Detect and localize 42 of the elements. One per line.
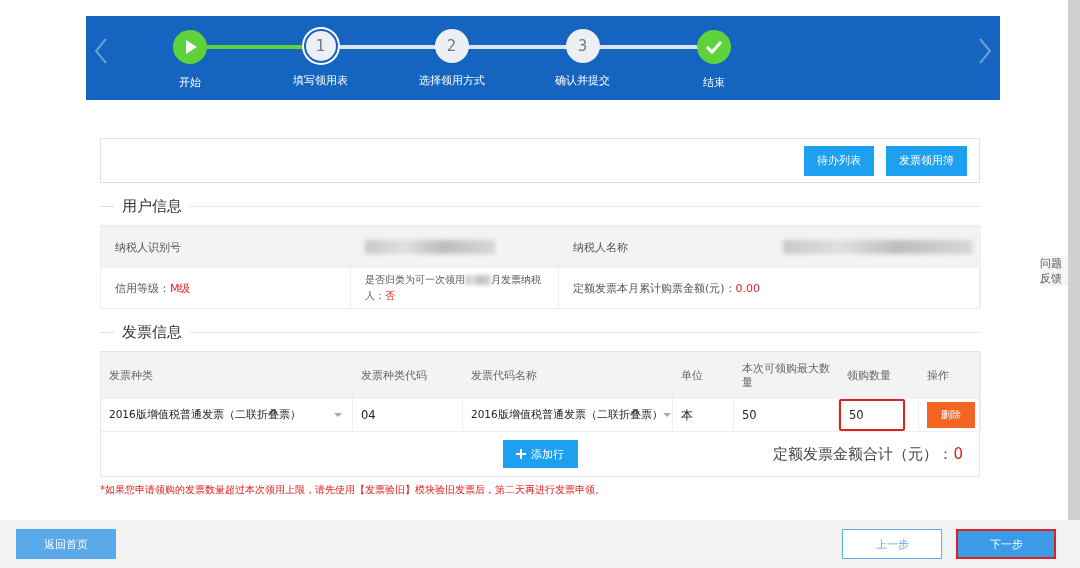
step-label: 选择领用方式 — [418, 72, 485, 88]
delete-button[interactable]: 删除 — [927, 402, 975, 428]
column-header: 本次可领购最大数量 — [742, 361, 831, 389]
section-title: 用户信息 — [121, 196, 183, 216]
field-label: 纳税人名称 — [573, 239, 628, 255]
total-amount: 定额发票金额合计（元）：0 — [773, 444, 963, 464]
table-cell: 本 — [681, 407, 693, 423]
step-label: 确认并提交 — [555, 72, 610, 88]
warning-note: *如果您申请领购的发票数量超过本次领用上限，请先使用【发票验旧】模块验旧发票后，第二天再进行发票申领。 — [100, 483, 606, 497]
column-header: 发票种类 — [109, 367, 153, 383]
step-label: 填写领用表 — [293, 72, 348, 88]
previous-button[interactable]: 上一步 — [842, 529, 942, 559]
step-label: 开始 — [178, 74, 201, 90]
feedback-tab[interactable]: 问题 反馈 — [1040, 256, 1068, 286]
toolbar-button[interactable]: 发票领用簿 — [886, 145, 967, 176]
column-header: 发票代码名称 — [471, 367, 537, 383]
step-label: 结束 — [702, 74, 725, 90]
column-header: 发票种类代码 — [361, 367, 427, 383]
chevron-left-icon[interactable] — [94, 37, 108, 65]
section-title: 发票信息 — [121, 322, 183, 342]
step-number: 3 — [565, 28, 600, 63]
home-button[interactable]: 返回首页 — [16, 529, 116, 559]
invoice-type-select[interactable]: 2016版增值税普通发票（二联折叠票） — [109, 408, 352, 422]
step-number: 1 — [303, 28, 338, 63]
plus-icon — [516, 448, 526, 459]
table-cell: 04 — [361, 408, 376, 422]
table-cell: 50 — [742, 408, 757, 422]
chevron-right-icon[interactable] — [978, 37, 992, 65]
column-header: 领购数量 — [847, 367, 891, 383]
step-number: 2 — [434, 28, 469, 63]
field-label: 纳税人识别号 — [115, 239, 181, 255]
code-name-select[interactable]: 2016版增值税普通发票（二联折叠票） — [471, 408, 681, 422]
toolbar-button[interactable]: 待办列表 — [804, 145, 874, 176]
quantity-field[interactable]: 50 — [839, 399, 905, 431]
scrollbar[interactable] — [1068, 0, 1080, 520]
next-button[interactable]: 下一步 — [956, 529, 1056, 559]
column-header: 单位 — [681, 367, 703, 383]
field-text: 是否归类为可一次领用 月发票纳税人：否 — [365, 273, 542, 303]
add-row-button[interactable]: 添加行 — [503, 440, 578, 468]
column-header: 操作 — [927, 367, 949, 383]
field-text: 定额发票本月累计购票金额(元)：0.00 — [573, 280, 761, 296]
field-text: 信用等级：M级 — [115, 280, 191, 296]
